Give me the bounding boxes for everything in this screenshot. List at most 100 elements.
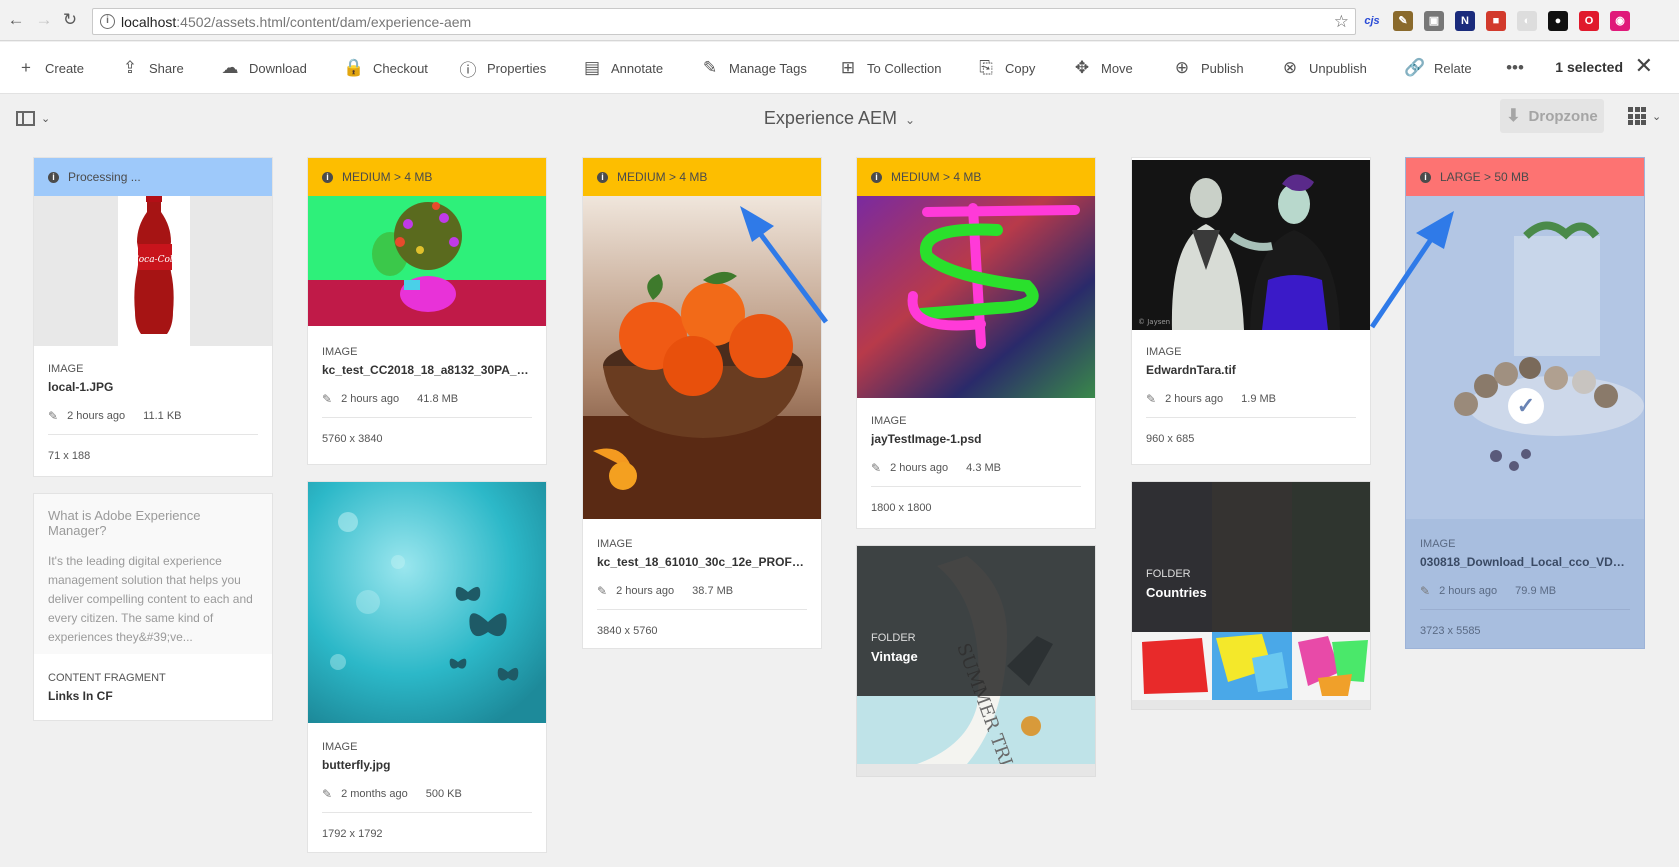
view-switcher[interactable]: ⌄ [1628,107,1661,125]
folder-overlay: FOLDER Vintage [857,546,1095,696]
download-icon: ☁ [221,58,239,77]
download-button[interactable]: ☁ Download [220,56,307,80]
couple-photo-image: © Jaysen [1132,160,1370,330]
dimensions: 71 x 188 [48,450,91,462]
unpublish-button[interactable]: ⊗ Unpublish [1280,56,1367,80]
annotation-arrow [1369,211,1454,329]
forward-arrow-icon[interactable]: → [34,10,54,30]
reload-icon[interactable]: ↻ [60,10,80,30]
asset-card-butterfly[interactable]: IMAGE butterfly.jpg ✎ 2 months ago 500 KB … [307,481,547,853]
url-path: :4502/assets.html/content/dam/experience… [176,14,472,30]
manage-tags-button[interactable]: ✎ Manage Tags [700,56,807,80]
download-arrow-icon: ⬇ [1506,106,1521,125]
to-collection-icon: ⊞ [840,58,856,77]
bookmark-star-icon[interactable]: ☆ [1334,12,1349,32]
properties-icon: ⓘ [459,60,477,80]
share-button[interactable]: ⇪ Share [120,56,184,80]
copy-button[interactable]: ⎘ Copy [976,56,1035,80]
medium-size-badge: i MEDIUM > 4 MB [308,158,546,196]
file-size: 4.3 MB [966,462,1002,474]
file-size: 38.7 MB [692,585,734,597]
asset-name[interactable]: Links In CF [48,689,258,703]
asset-card-kc-test-cc2018[interactable]: i MEDIUM > 4 MB IMAGE kc_test_CC2018_18_a… [307,157,547,465]
properties-button[interactable]: ⓘ Properties [458,56,547,80]
page-title[interactable]: Experience AEM ⌄ [0,108,1679,129]
manage-tags-label: Manage Tags [729,60,807,76]
opera-ext-icon[interactable]: O [1579,11,1599,31]
chevron-down-icon: ⌄ [905,113,916,127]
colorful-ext-icon[interactable]: ■ [1486,11,1506,31]
dimensions: 3723 x 5585 [1420,625,1481,637]
copy-icon: ⎘ [979,58,993,77]
info-icon: i [322,171,333,183]
pencil-icon: ✎ [1146,392,1157,406]
dimensions: 1792 x 1792 [322,828,383,840]
manage-tags-icon: ✎ [702,58,718,77]
dropzone-button[interactable]: ⬇ Dropzone [1500,99,1604,133]
n-ext-icon[interactable]: N [1455,11,1475,31]
properties-label: Properties [487,60,547,76]
url-text: localhost:4502/assets.html/content/dam/e… [121,14,471,30]
selected-checkmark-icon[interactable]: ✓ [1508,388,1544,424]
asset-name[interactable]: 030818_Download_Local_cco_VDY1... [1420,555,1630,569]
annotate-button[interactable]: ▤ Annotate [582,56,663,80]
badge-label: MEDIUM > 4 MB [617,170,708,184]
move-button[interactable]: ✥ Move [1072,56,1133,80]
folder-name[interactable]: Vintage [871,649,918,664]
create-button[interactable]: + Create [16,56,84,80]
page-title-text: Experience AEM [763,108,897,128]
create-label: Create [45,60,85,76]
dimensions: 960 x 685 [1146,433,1195,445]
asset-type: IMAGE [1420,538,1456,550]
square-ext-icon[interactable]: ▣ [1424,11,1444,31]
move-label: Move [1101,60,1133,76]
asset-name[interactable]: kc_test_18_61010_30c_12e_PROFILE... [597,555,807,569]
back-arrow-icon[interactable]: ← [6,10,26,30]
info-icon: i [871,171,882,183]
asset-card-jay-test-image[interactable]: i MEDIUM > 4 MB IMAGE jayTestImage-1.psd … [856,157,1096,529]
file-size: 1.9 MB [1241,393,1277,405]
moon-ext-icon[interactable]: ◐ [1517,11,1537,31]
close-selection-icon[interactable]: ✕ [1635,54,1653,78]
asset-name[interactable]: jayTestImage-1.psd [871,432,1081,446]
to-collection-button[interactable]: ⊞ To Collection [838,56,942,80]
checkout-button[interactable]: 🔒 Checkout [343,56,428,80]
pen-icon[interactable]: ✎ [1393,11,1413,31]
asset-name[interactable]: local-1.JPG [48,380,258,394]
svg-text:Coca-Cola: Coca-Cola [132,255,178,265]
asset-card-local-1[interactable]: i Processing ... Coca-Cola IMAGE local-1.… [33,157,273,477]
relate-button[interactable]: 🔗 Relate [1404,56,1471,80]
relate-icon: 🔗 [1404,58,1426,77]
cf-body: It's the leading digital experience mana… [48,554,253,644]
eye-ext-icon[interactable]: ◉ [1610,11,1630,31]
cf-title: What is Adobe Experience Manager? [48,508,201,538]
copy-label: Copy [1005,60,1036,76]
folder-card-countries[interactable]: FOLDER Countries [1131,481,1371,710]
folder-name[interactable]: Countries [1146,585,1207,600]
content-fragment-card[interactable]: What is Adobe Experience Manager? It's t… [33,493,273,721]
checkout-label: Checkout [373,60,428,76]
publish-label: Publish [1201,60,1244,76]
asset-name[interactable]: EdwardnTara.tif [1146,363,1356,377]
asset-name[interactable]: kc_test_CC2018_18_a8132_30PA_01... [322,363,532,377]
download-label: Download [249,60,307,76]
asset-name[interactable]: butterfly.jpg [322,758,532,772]
asset-card-edwardn-tara[interactable]: © Jaysen IMAGE EdwardnTara.tif ✎ 2 hours … [1131,157,1371,465]
modified-time: 2 hours ago [890,462,949,474]
cjs-icon[interactable]: cjs [1362,11,1382,31]
spy-ext-icon[interactable]: ● [1548,11,1568,31]
card-view-icon [1628,107,1646,125]
medium-size-badge: i MEDIUM > 4 MB [857,158,1095,196]
publish-button[interactable]: ⊕ Publish [1172,56,1244,80]
address-bar[interactable]: i localhost:4502/assets.html/content/dam… [92,8,1356,35]
file-size: 500 KB [425,788,462,800]
card-meta: IMAGE kc_test_18_61010_30c_12e_PROFILE..… [597,538,807,637]
folder-card-vintage[interactable]: SUMMER TRIP FOLDER Vintage [856,545,1096,777]
modified-row: ✎ 2 hours ago 38.7 MB [597,584,807,610]
asset-type: CONTENT FRAGMENT [48,672,166,684]
modified-row: ✎ 2 hours ago 79.9 MB [1420,584,1630,610]
more-actions-button[interactable]: ••• [1505,56,1525,80]
site-info-icon[interactable]: i [100,14,115,29]
info-icon: i [1420,171,1431,183]
modified-row: ✎ 2 hours ago 4.3 MB [871,461,1081,487]
